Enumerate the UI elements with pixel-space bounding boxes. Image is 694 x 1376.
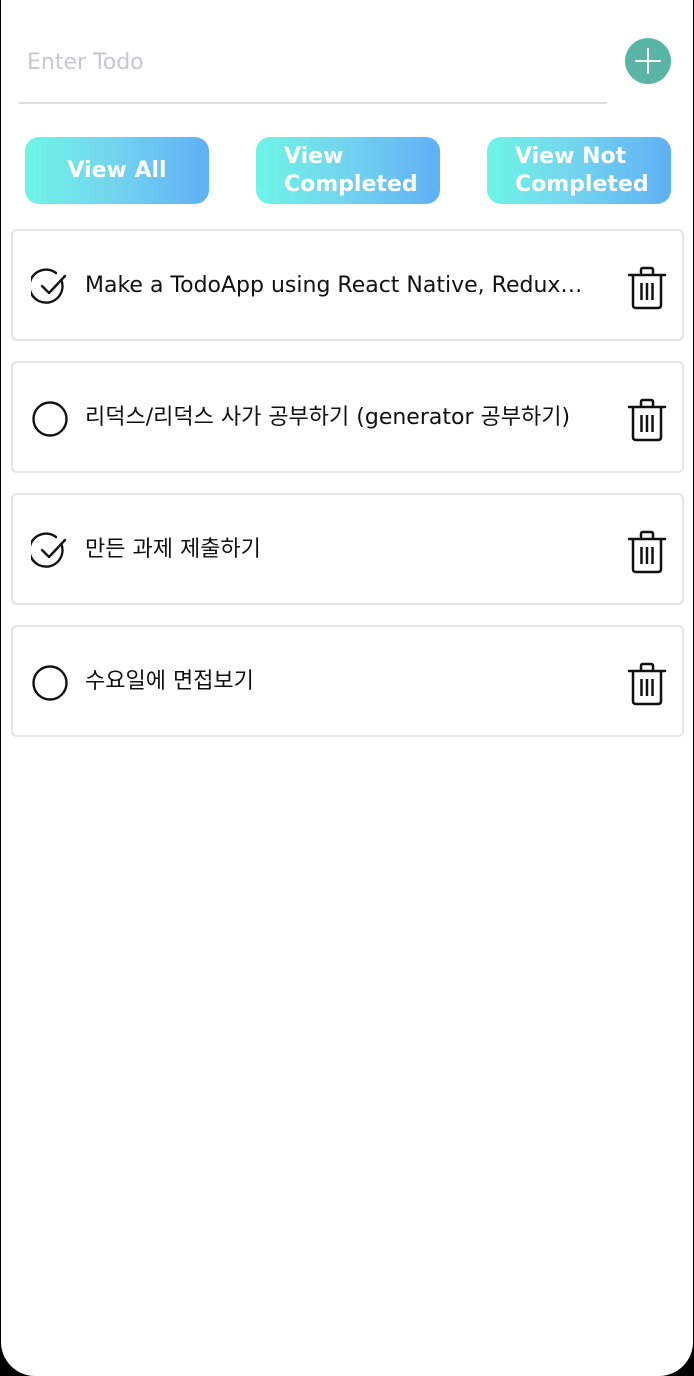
todo-toggle[interactable] bbox=[31, 532, 69, 570]
view-completed-label: View Completed bbox=[284, 143, 418, 199]
view-not-completed-label: View Not Completed bbox=[515, 143, 649, 199]
add-todo-button[interactable] bbox=[625, 38, 671, 84]
todo-item: 수요일에 면접보기 bbox=[11, 625, 684, 737]
todo-text: Make a TodoApp using React Native, Redux… bbox=[85, 273, 585, 298]
view-not-completed-button[interactable]: View Not Completed bbox=[487, 137, 671, 204]
view-all-label: View All bbox=[67, 157, 167, 183]
delete-todo-button[interactable] bbox=[627, 662, 667, 706]
delete-todo-button[interactable] bbox=[627, 398, 667, 442]
todo-input[interactable] bbox=[27, 42, 587, 82]
todo-item: 리덕스/리덕스 사가 공부하기 (generator 공부하기) bbox=[11, 361, 684, 473]
todo-toggle[interactable] bbox=[31, 268, 69, 306]
view-completed-label-line1: View bbox=[284, 144, 344, 169]
todo-toggle[interactable] bbox=[31, 664, 69, 702]
view-completed-button[interactable]: View Completed bbox=[256, 137, 440, 204]
check-circle-icon bbox=[31, 268, 67, 304]
todo-text: 수요일에 면접보기 bbox=[85, 669, 254, 694]
check-circle-icon bbox=[31, 532, 67, 568]
todo-text: 만든 과제 제출하기 bbox=[85, 537, 261, 562]
trash-icon bbox=[627, 266, 667, 310]
todo-item: Make a TodoApp using React Native, Redux… bbox=[11, 229, 684, 341]
todo-input-container bbox=[19, 24, 607, 104]
trash-icon bbox=[627, 530, 667, 574]
app-screen: View All View Completed View Not Complet… bbox=[1, 0, 693, 1376]
trash-icon bbox=[627, 662, 667, 706]
empty-circle-icon bbox=[32, 665, 68, 701]
todo-toggle[interactable] bbox=[31, 400, 69, 438]
view-not-completed-label-line1: View Not bbox=[515, 144, 627, 169]
view-all-button[interactable]: View All bbox=[25, 137, 209, 204]
trash-icon bbox=[627, 398, 667, 442]
delete-todo-button[interactable] bbox=[627, 530, 667, 574]
empty-circle-icon bbox=[32, 401, 68, 437]
view-completed-label-line2: Completed bbox=[284, 172, 418, 197]
todo-text: 리덕스/리덕스 사가 공부하기 (generator 공부하기) bbox=[85, 405, 571, 430]
delete-todo-button[interactable] bbox=[627, 266, 667, 310]
plus-icon bbox=[635, 48, 661, 74]
view-not-completed-label-line2: Completed bbox=[515, 172, 649, 197]
todo-item: 만든 과제 제출하기 bbox=[11, 493, 684, 605]
